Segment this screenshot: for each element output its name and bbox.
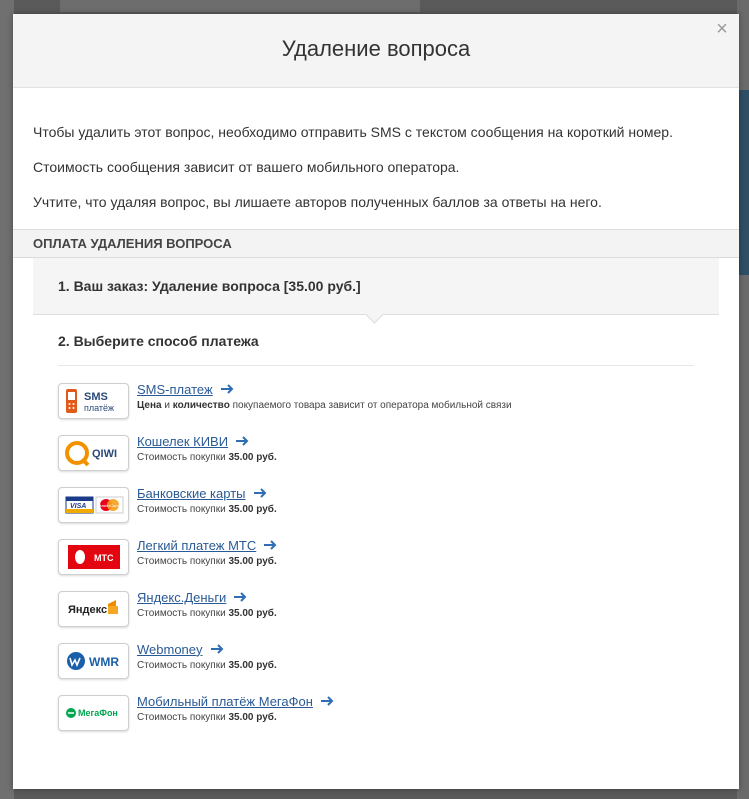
- arrow-right-icon: [220, 384, 234, 394]
- payment-method-link[interactable]: Webmoney: [137, 642, 203, 657]
- choose-payment-title: 2. Выберите способ платежа: [58, 333, 694, 366]
- payment-method-desc: Стоимость покупки 35.00 руб.: [137, 712, 277, 723]
- payment-method-cards[interactable]: VISA MasterCard Банковские карты Стоимос…: [58, 485, 694, 537]
- svg-text:МТС: МТС: [94, 553, 114, 563]
- payment-method-desc: Цена и количество покупаемого товара зав…: [137, 400, 512, 411]
- close-button[interactable]: ×: [713, 18, 731, 40]
- payment-method-link[interactable]: SMS-платеж: [137, 382, 213, 397]
- payment-method-link[interactable]: Легкий платеж МТС: [137, 538, 256, 553]
- payment-method-qiwi[interactable]: QIWI Кошелек КИВИ Стоимость покупки 35.0…: [58, 433, 694, 485]
- payment-method-link[interactable]: Мобильный платёж МегаФон: [137, 694, 313, 709]
- svg-text:МегаФон: МегаФон: [78, 708, 118, 718]
- svg-text:Яндекс: Яндекс: [68, 604, 107, 616]
- background-page-left: [0, 0, 14, 799]
- payment-method-desc: Стоимость покупки 35.00 руб.: [137, 556, 277, 567]
- payment-methods-section: 2. Выберите способ платежа SMS платёж SM…: [33, 315, 719, 745]
- payment-method-desc: Стоимость покупки 35.00 руб.: [137, 452, 277, 463]
- svg-text:VISA: VISA: [70, 503, 86, 510]
- webmoney-logo-icon[interactable]: WMR: [58, 643, 129, 679]
- payment-method-webmoney[interactable]: WMR Webmoney Стоимость покупки 35.00 руб…: [58, 641, 694, 693]
- svg-text:WMR: WMR: [89, 655, 119, 669]
- close-icon: ×: [716, 18, 728, 40]
- payment-method-link[interactable]: Банковские карты: [137, 486, 246, 501]
- qiwi-logo-icon[interactable]: QIWI: [58, 435, 129, 471]
- yandex-money-logo-icon[interactable]: Яндекс: [58, 591, 129, 627]
- payment-method-sms[interactable]: SMS платёж SMS-платеж Цена и количество …: [58, 381, 694, 433]
- svg-text:QIWI: QIWI: [92, 448, 117, 460]
- delete-question-modal: Удаление вопроса × Чтобы удалить этот во…: [13, 14, 739, 789]
- payment-method-desc: Стоимость покупки 35.00 руб.: [137, 504, 277, 515]
- payment-method-desc: Стоимость покупки 35.00 руб.: [137, 660, 277, 671]
- svg-text:платёж: платёж: [84, 403, 114, 413]
- arrow-right-icon: [234, 592, 247, 602]
- megafon-logo-icon[interactable]: МегаФон: [58, 695, 129, 731]
- intro-line: Чтобы удалить этот вопрос, необходимо от…: [33, 124, 673, 140]
- svg-text:MasterCard: MasterCard: [98, 503, 119, 508]
- modal-header: Удаление вопроса ×: [13, 14, 739, 88]
- arrow-right-icon: [210, 644, 223, 654]
- payment-method-link[interactable]: Яндекс.Деньги: [137, 590, 226, 605]
- arrow-right-icon: [236, 436, 249, 446]
- svg-text:SMS: SMS: [84, 391, 108, 403]
- payment-methods-list: SMS платёж SMS-платеж Цена и количество …: [58, 366, 694, 745]
- payment-method-megafon[interactable]: МегаФон Мобильный платёж МегаФон Стоимос…: [58, 693, 694, 745]
- arrow-right-icon: [264, 540, 277, 550]
- payment-method-yandex[interactable]: Яндекс Яндекс.Деньги Стоимость покупки 3…: [58, 589, 694, 641]
- intro-line: Стоимость сообщения зависит от вашего мо…: [33, 159, 460, 175]
- modal-title: Удаление вопроса: [281, 36, 471, 61]
- bank-cards-logo-icon[interactable]: VISA MasterCard: [58, 487, 129, 523]
- arrow-right-icon: [320, 696, 334, 706]
- payment-method-mts[interactable]: МТС Легкий платеж МТС Стоимость покупки …: [58, 537, 694, 589]
- order-summary: 1. Ваш заказ: Удаление вопроса [35.00 ру…: [33, 258, 719, 315]
- background-page: [60, 0, 420, 12]
- payment-method-link[interactable]: Кошелек КИВИ: [137, 434, 228, 449]
- sms-logo-icon[interactable]: SMS платёж: [58, 383, 129, 419]
- arrow-right-icon: [253, 488, 266, 498]
- payment-method-desc: Стоимость покупки 35.00 руб.: [137, 608, 277, 619]
- intro-line: Учтите, что удаляя вопрос, вы лишаете ав…: [33, 194, 602, 210]
- intro-text: Чтобы удалить этот вопрос, необходимо от…: [13, 88, 739, 211]
- mts-logo-icon[interactable]: МТС: [58, 539, 129, 575]
- payment-section-title: ОПЛАТА УДАЛЕНИЯ ВОПРОСА: [13, 229, 739, 258]
